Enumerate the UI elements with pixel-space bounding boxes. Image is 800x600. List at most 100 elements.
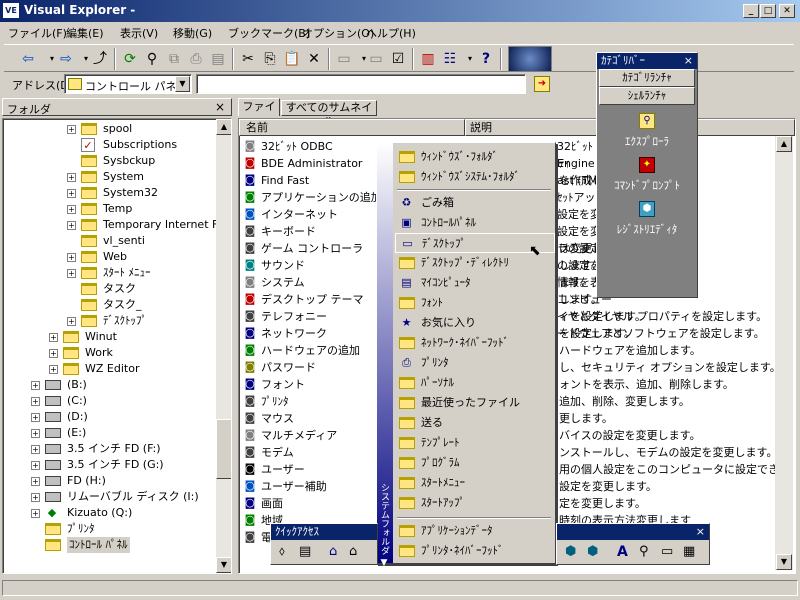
folder-pane: フォルダ × + spool ✓ Subscriptions Sysbckup + S… [2, 98, 232, 576]
menu-item[interactable]: ★ お気に入り [395, 313, 555, 333]
go-icon[interactable]: ➜ [534, 76, 550, 92]
menu-bookmark[interactable]: ブックマーク(B) [228, 25, 310, 41]
file-name: アプリケーションの追加 [261, 191, 382, 204]
menu-item[interactable]: ﾌﾟﾘﾝﾀ･ﾈｲﾊﾞｰﾌｯﾄﾞ [395, 541, 555, 561]
menu-item[interactable]: ﾃﾝﾌﾟﾚｰﾄ [395, 433, 555, 453]
folder-icon [399, 545, 415, 557]
map-drive-icon[interactable]: ▭ [334, 49, 354, 69]
launcher-registry-editor[interactable]: ⬢ ﾚｼﾞｽﾄﾘｴﾃﾞｨﾀ [599, 201, 695, 241]
menu-go[interactable]: 移動(G) [173, 25, 212, 41]
menu-options[interactable]: オプション(O) [302, 25, 374, 41]
search-tool-icon[interactable]: ⚲ [639, 544, 649, 559]
address-input[interactable] [196, 74, 526, 94]
menu-item[interactable]: 最近使ったファイル [395, 393, 555, 413]
font-icon[interactable]: A [617, 544, 628, 560]
edit-icon[interactable]: ▦ [683, 544, 695, 559]
file-name: ユーザー補助 [261, 480, 327, 493]
menu-item[interactable]: ｽﾀｰﾄｱｯﾌﾟ [395, 493, 555, 513]
menu-item[interactable]: ﾊﾟｰｿﾅﾙ [395, 373, 555, 393]
menu-item[interactable]: ｽﾀｰﾄﾒﾆｭｰ [395, 473, 555, 493]
network-tool-icon[interactable]: ⬢ [587, 544, 598, 559]
file-description-partial: イヤとダイヤル プロパティを設定します。 [557, 310, 767, 323]
scroll-down-icon[interactable]: ▼ [776, 554, 792, 570]
menu-item[interactable]: ｳｨﾝﾄﾞｳｽﾞｼｽﾃﾑ･ﾌｫﾙﾀﾞ [395, 167, 555, 187]
menu-item-label: 最近使ったファイル [421, 396, 520, 409]
menu-item[interactable]: ﾌﾟﾛｸﾞﾗﾑ [395, 453, 555, 473]
menu-item[interactable]: ♻ ごみ箱 [395, 193, 555, 213]
quick-access-bar: ｸｲｯｸｱｸｾｽ ⬨ ▤ ⌂ ⌂ [270, 523, 378, 565]
close-button[interactable]: ✕ [779, 4, 795, 18]
bookmarks-icon[interactable]: ▥ [418, 49, 438, 69]
back-arrow-icon[interactable]: ⇦ [18, 49, 38, 69]
copy-icon[interactable]: ⎘ [260, 49, 280, 69]
options-icon[interactable]: ☑ [388, 49, 408, 69]
launcher-command-prompt[interactable]: ✦ ｺﾏﾝﾄﾞﾌﾟﾛﾝﾌﾟﾄ [599, 157, 695, 197]
removable-disk-icon [45, 492, 61, 502]
menu-item[interactable]: ｳｨﾝﾄﾞｳｽﾞ･ﾌｫﾙﾀﾞ [395, 147, 555, 167]
bookmark-icon[interactable]: ⬨ [279, 544, 285, 559]
folder-icon [399, 457, 415, 469]
toolbar-separator [232, 48, 234, 70]
registry-tool-icon[interactable]: ⬢ [565, 544, 576, 559]
shell-launcher-button[interactable]: ｼｪﾙﾗﾝﾁｬ [599, 87, 695, 105]
maximize-button[interactable]: □ [760, 4, 776, 18]
menu-item-label: ｺﾝﾄﾛｰﾙﾊﾟﾈﾙ [421, 216, 476, 229]
tab-thumbnails[interactable]: すべてのサムネイル [281, 100, 377, 128]
paste-icon[interactable]: 📋 [282, 49, 302, 69]
category-bar-close-icon[interactable]: × [684, 53, 693, 69]
monitor-icon[interactable]: ▭ [661, 544, 673, 559]
chevron-down-icon[interactable]: ▼ [175, 76, 190, 92]
menu-item-label: ｳｨﾝﾄﾞｳｽﾞｼｽﾃﾑ･ﾌｫﾙﾀﾞ [421, 170, 520, 183]
disconnect-icon[interactable]: ▭ [366, 49, 386, 69]
folder-pane-close-icon[interactable]: × [215, 100, 225, 114]
properties-disabled-icon[interactable]: ▤ [208, 49, 228, 69]
menu-item[interactable]: ｱﾌﾟﾘｹｰｼｮﾝﾃﾞｰﾀ [395, 521, 555, 541]
print-disabled-icon[interactable]: ⎙ [186, 49, 206, 69]
file-description: ンストールし、モデムの設定を変更します。 [559, 446, 778, 459]
menu-edit[interactable]: 編集(E) [66, 25, 104, 41]
forward-arrow-icon[interactable]: ⇨ [56, 49, 76, 69]
delete-icon[interactable]: ✕ [304, 49, 324, 69]
folder-icon [399, 151, 415, 163]
home-icon[interactable]: ⌂ [349, 544, 357, 559]
view-mode-icon[interactable]: ☷ [440, 49, 460, 69]
menu-item[interactable]: ﾈｯﾄﾜｰｸ･ﾈｲﾊﾞｰﾌｯﾄﾞ [395, 333, 555, 353]
scroll-thumb[interactable] [216, 419, 231, 479]
column-header-name[interactable]: 名前 [239, 119, 465, 136]
file-list-scrollbar[interactable]: ▲ ▼ [775, 136, 793, 570]
tools-bar-close-icon[interactable]: × [696, 524, 705, 540]
up-folder-icon[interactable]: ⤴ [90, 49, 110, 69]
help-icon[interactable]: ? [476, 49, 496, 69]
scroll-up-icon[interactable]: ▲ [776, 136, 792, 152]
copy-disabled-icon[interactable]: ⧉ [164, 49, 184, 69]
control-panel-item-icon: ◙ [244, 462, 256, 475]
menu-item[interactable]: ▤ ﾏｲｺﾝﾋﾟｭｰﾀ [395, 273, 555, 293]
menu-item[interactable]: 送る [395, 413, 555, 433]
menu-help[interactable]: ヘルプ(H) [366, 25, 416, 41]
refresh-icon[interactable]: ⟳ [120, 49, 140, 69]
find-icon[interactable]: ⚲ [142, 49, 162, 69]
control-panel-item-icon: ◙ [244, 530, 256, 543]
file-description: 定を変更します。 [559, 497, 646, 510]
list-icon[interactable]: ▤ [299, 544, 311, 559]
category-launcher-button[interactable]: ｶﾃｺﾞﾘﾗﾝﾁｬ [599, 69, 695, 87]
minimize-button[interactable]: _ [743, 4, 759, 18]
scroll-up-icon[interactable]: ▲ [216, 119, 231, 135]
cut-icon[interactable]: ✂ [238, 49, 258, 69]
launcher-explorer[interactable]: ⚲ ｴｸｽﾌﾟﾛｰﾗ [599, 113, 695, 153]
network-icon[interactable]: ⌂ [329, 544, 337, 559]
scroll-down-icon[interactable]: ▼ [216, 557, 231, 573]
menu-file[interactable]: ファイル(F) [8, 25, 67, 41]
tree-scrollbar[interactable]: ▲ ▼ [216, 119, 231, 573]
address-combo[interactable]: コントロール パネル ▼ [64, 74, 192, 94]
control-panel-item-icon: ◙ [244, 224, 256, 237]
menu-view[interactable]: 表示(V) [120, 25, 158, 41]
file-name: パスワード [261, 361, 316, 374]
menu-item[interactable]: ﾌｫﾝﾄ [395, 293, 555, 313]
control-panel-item-icon: ◙ [244, 479, 256, 492]
folder-tree: + spool ✓ Subscriptions Sysbckup + System +… [2, 118, 232, 574]
menu-item[interactable]: ⎙ ﾌﾟﾘﾝﾀ [395, 353, 555, 373]
menu-item[interactable]: ▣ ｺﾝﾄﾛｰﾙﾊﾟﾈﾙ [395, 213, 555, 233]
tab-files[interactable]: ファイル [238, 98, 280, 129]
menu-separator [397, 189, 551, 191]
